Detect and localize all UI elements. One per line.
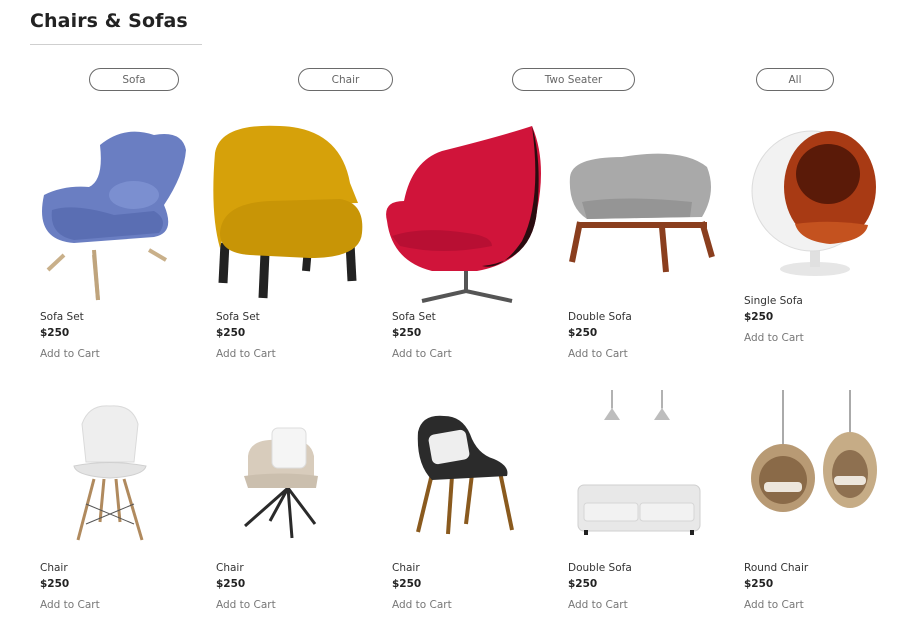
filter-sofa-button[interactable]: Sofa (89, 68, 179, 91)
product-name: Chair (392, 562, 420, 574)
blue-wingback-chair-icon (34, 115, 204, 305)
beige-swivel-chair-icon (210, 426, 380, 541)
product-price: $250 (216, 578, 246, 590)
product-price: $250 (392, 327, 422, 339)
product-price: $250 (744, 578, 774, 590)
red-egg-chair-icon (382, 121, 552, 306)
white-ball-chair-icon (740, 129, 910, 284)
add-to-cart-link[interactable]: Add to Cart (216, 599, 276, 611)
product-name: Chair (216, 562, 244, 574)
product-price: $250 (568, 327, 598, 339)
add-to-cart-link[interactable]: Add to Cart (744, 599, 804, 611)
product-price: $250 (216, 327, 246, 339)
product-name: Double Sofa (568, 562, 632, 574)
add-to-cart-link[interactable]: Add to Cart (568, 599, 628, 611)
add-to-cart-link[interactable]: Add to Cart (392, 348, 452, 360)
hanging-rattan-chairs-icon (740, 390, 910, 520)
add-to-cart-link[interactable]: Add to Cart (216, 348, 276, 360)
white-sofa-with-lamps-icon (562, 390, 732, 540)
add-to-cart-link[interactable]: Add to Cart (392, 599, 452, 611)
add-to-cart-link[interactable]: Add to Cart (744, 332, 804, 344)
product-name: Sofa Set (40, 311, 84, 323)
add-to-cart-link[interactable]: Add to Cart (40, 599, 100, 611)
filter-chair-button[interactable]: Chair (298, 68, 393, 91)
product-name: Single Sofa (744, 295, 803, 307)
grey-lounge-chair-icon (562, 147, 732, 277)
product-price: $250 (40, 578, 70, 590)
section-title: Chairs & Sofas (30, 10, 188, 32)
product-price: $250 (392, 578, 422, 590)
product-name: Chair (40, 562, 68, 574)
filter-two-seater-button[interactable]: Two Seater (512, 68, 635, 91)
product-name: Double Sofa (568, 311, 632, 323)
yellow-tub-chair-icon (210, 123, 380, 303)
add-to-cart-link[interactable]: Add to Cart (568, 348, 628, 360)
product-name: Sofa Set (216, 311, 260, 323)
product-price: $250 (744, 311, 774, 323)
product-price: $250 (568, 578, 598, 590)
title-divider (30, 44, 202, 45)
black-dining-chair-icon (382, 414, 552, 539)
add-to-cart-link[interactable]: Add to Cart (40, 348, 100, 360)
product-name: Round Chair (744, 562, 809, 574)
product-price: $250 (40, 327, 70, 339)
product-name: Sofa Set (392, 311, 436, 323)
filter-all-button[interactable]: All (756, 68, 834, 91)
white-eiffel-chair-icon (34, 404, 204, 544)
